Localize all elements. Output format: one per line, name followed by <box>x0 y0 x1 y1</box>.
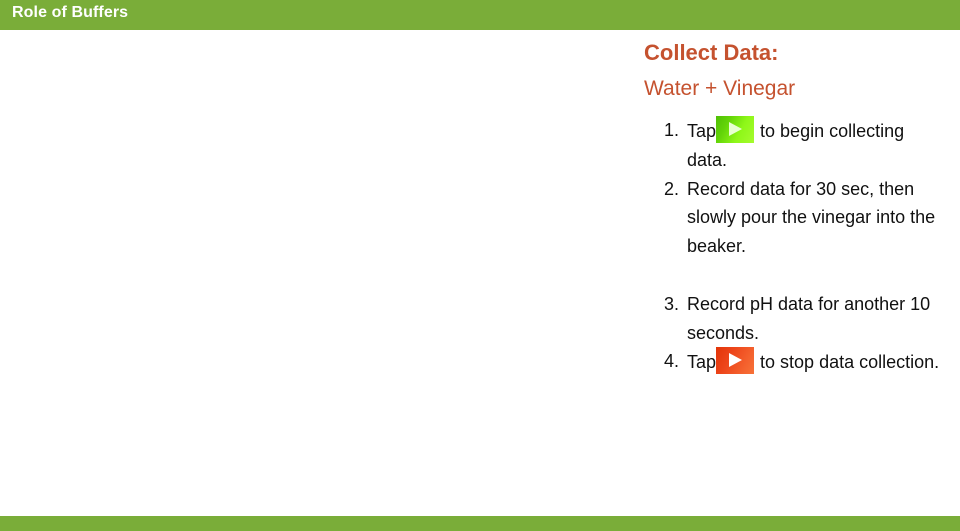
step-number: 4. <box>663 351 679 372</box>
step-number: 1. <box>663 120 679 140</box>
header-bar: Role of Buffers <box>0 0 960 30</box>
step-text-before: Tap <box>687 121 717 141</box>
instruction-steps-list: 1. Tap to begin collecting data. 2. Reco… <box>644 116 944 377</box>
step-text: Tap to stop data collection. <box>687 347 944 377</box>
slide-subtitle: Water + Vinegar <box>644 77 796 100</box>
triangle-glyph <box>729 353 743 368</box>
list-item: 3. Record pH data for another 10 seconds… <box>644 290 944 348</box>
list-item: 1. Tap to begin collecting data. <box>644 116 944 175</box>
content-column: Collect Data: Water + Vinegar 1. Tap to … <box>644 38 944 377</box>
step-text-before: Tap <box>687 352 717 373</box>
step-text-after: to stop data collection. <box>755 352 940 373</box>
triangle-glyph <box>729 122 743 136</box>
slide-title: Collect Data: <box>644 40 779 65</box>
step-text: Tap to begin collecting data. <box>687 116 944 175</box>
list-item: 2. Record data for 30 sec, then slowly p… <box>644 175 944 261</box>
step-text: Record data for 30 sec, then slowly pour… <box>687 178 936 257</box>
footer-bar <box>0 516 960 531</box>
step-number: 3. <box>663 293 679 314</box>
play-button-green-icon[interactable] <box>716 116 755 143</box>
step-number: 2. <box>663 178 679 199</box>
step-text: Record pH data for another 10 seconds. <box>687 293 931 343</box>
list-item: 4. Tap to stop data collection. <box>644 347 944 377</box>
page-title: Role of Buffers <box>12 4 129 21</box>
play-button-red-icon[interactable] <box>716 347 755 375</box>
